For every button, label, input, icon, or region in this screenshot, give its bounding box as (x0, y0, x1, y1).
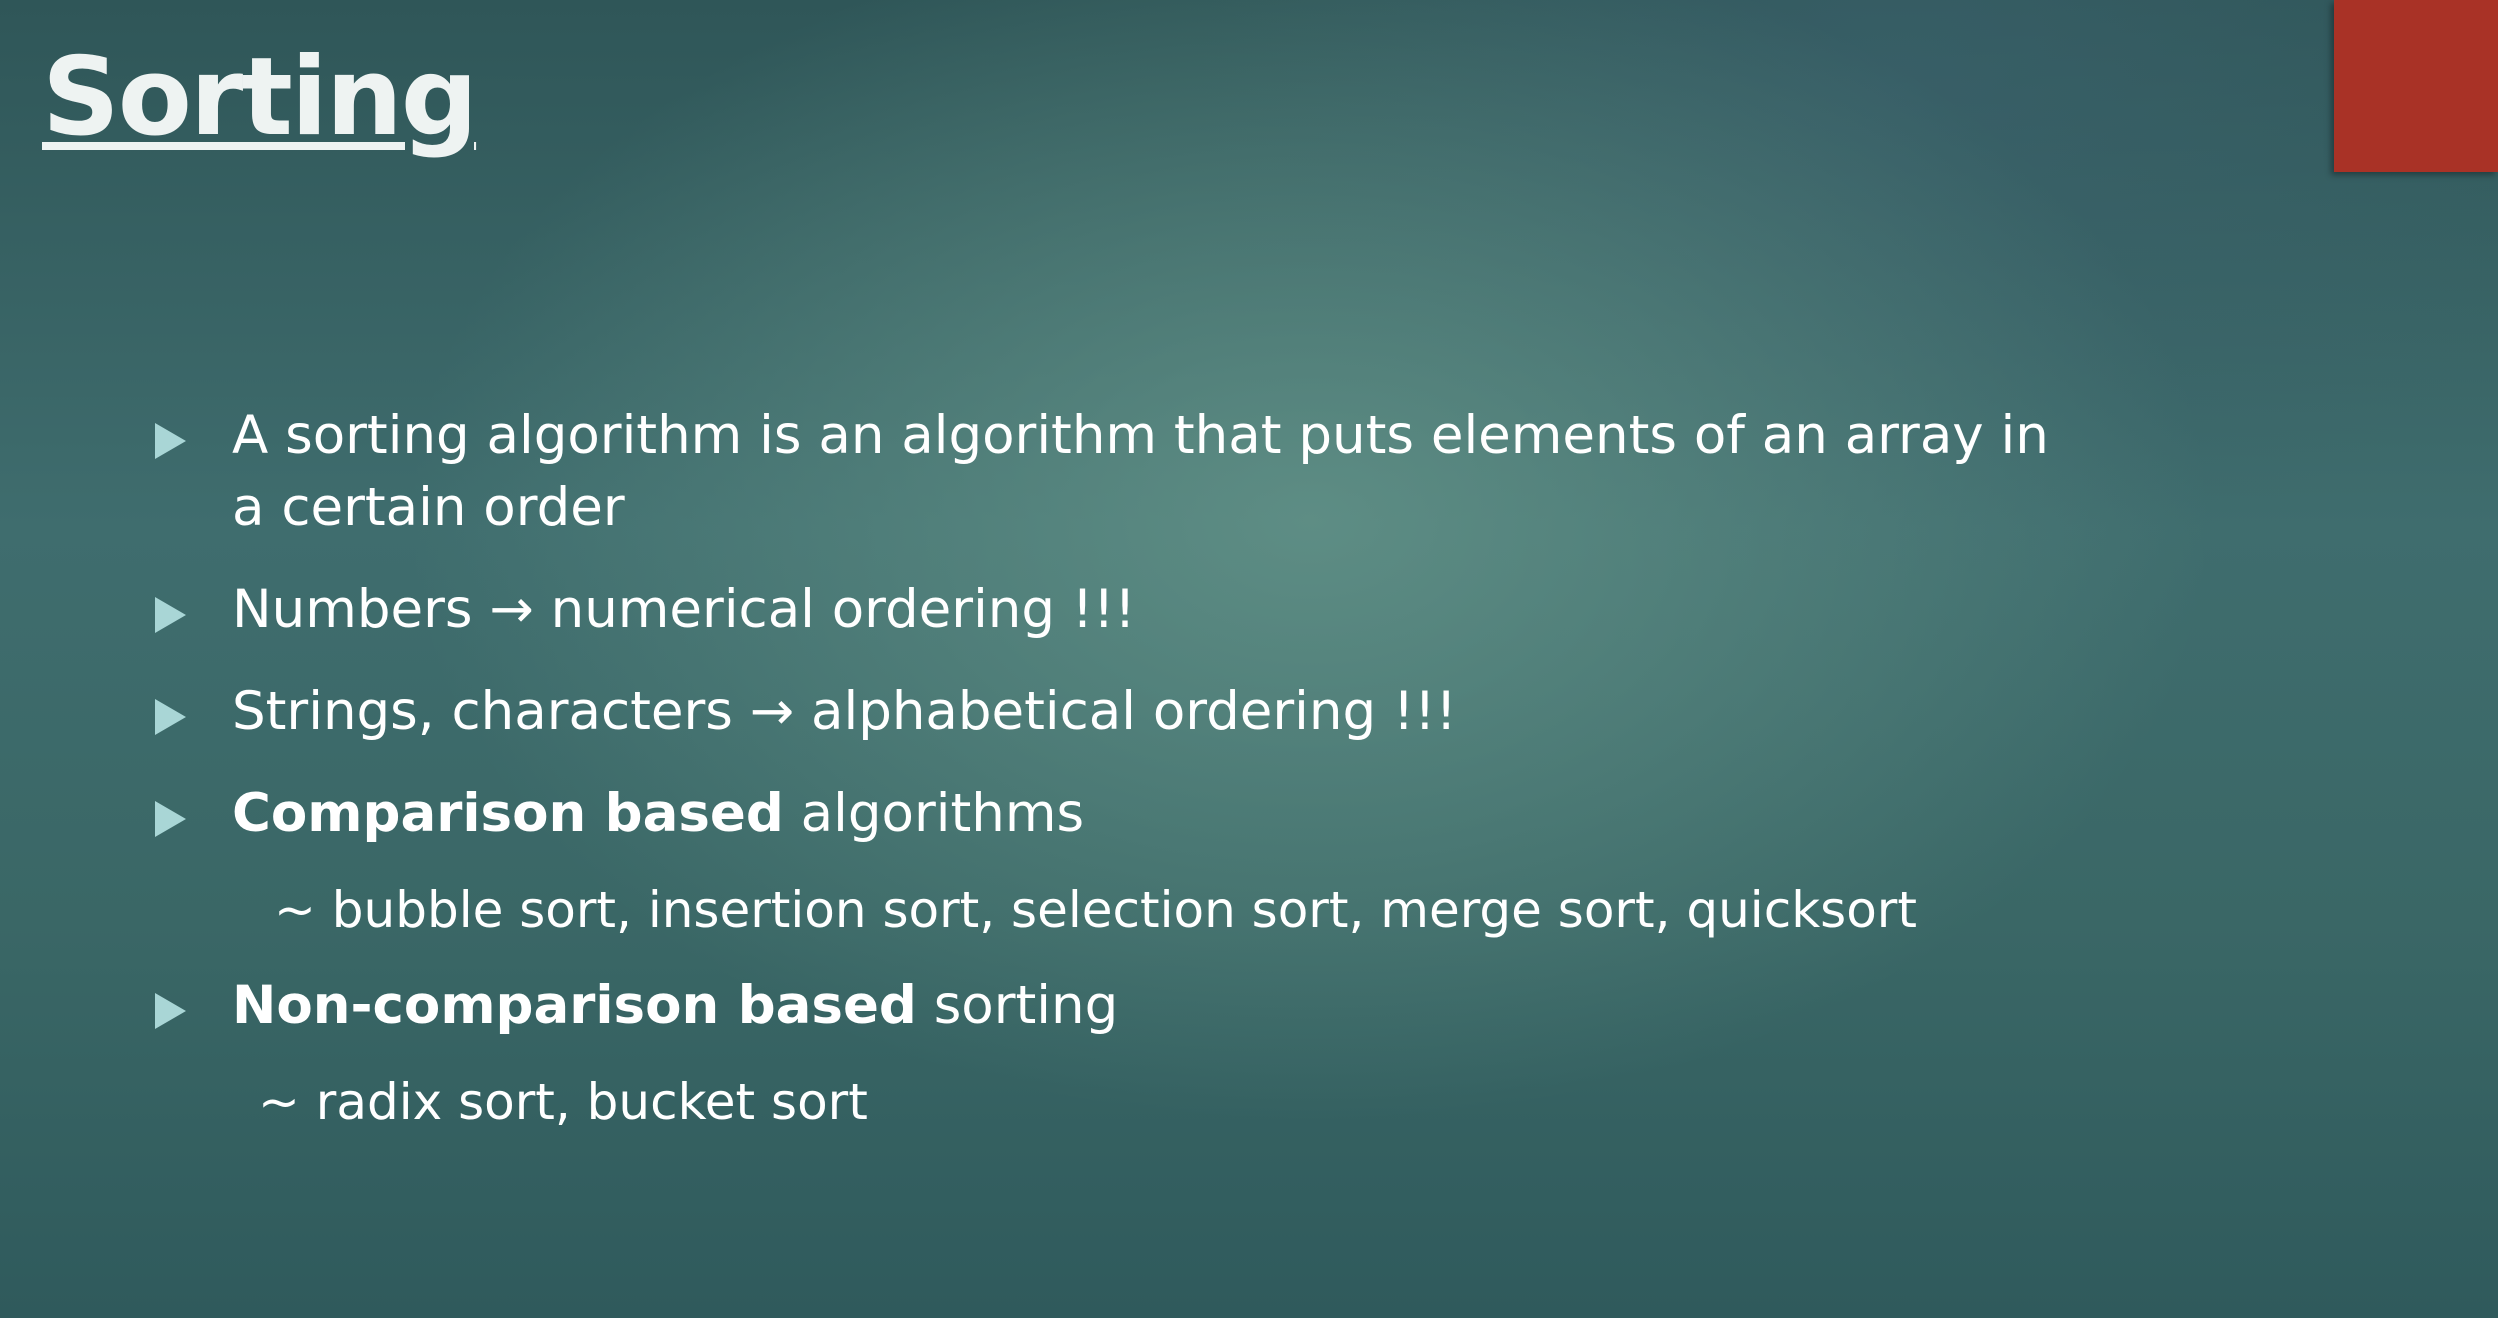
bullet-item: A sorting algorithm is an algorithm that… (152, 400, 2252, 544)
bullet-text-line: A sorting algorithm is an algorithm that… (232, 405, 2049, 466)
sub-item: ~ radix sort, bucket sort (258, 1073, 868, 1131)
bullet-item: Comparison based algorithms (152, 778, 2252, 850)
triangle-bullet-icon (155, 801, 186, 837)
slide-title: Sorting (42, 35, 478, 160)
triangle-bullet-icon (155, 597, 186, 633)
bullet-text: Numbers → numerical ordering !!! (232, 579, 1136, 640)
bullet-text: algorithms (783, 783, 1085, 844)
sub-item: ~ bubble sort, insertion sort, selection… (274, 881, 1917, 939)
bullet-text: Strings, characters → alphabetical order… (232, 681, 1457, 742)
bullet-item: Numbers → numerical ordering !!! (152, 574, 2252, 646)
bullet-text-bold: Comparison based (232, 783, 784, 844)
accent-block (2334, 0, 2498, 172)
bullet-text: sorting (916, 975, 1119, 1036)
slide: Sorting A sorting algorithm is an algori… (0, 0, 2498, 1318)
bullet-text-bold: Non-comparison based (232, 975, 917, 1036)
triangle-bullet-icon (155, 993, 186, 1029)
bullet-item: Non-comparison based sorting (152, 970, 2252, 1042)
bullet-text-line: a certain order (232, 477, 625, 538)
bullet-item: Strings, characters → alphabetical order… (152, 676, 2252, 748)
triangle-bullet-icon (155, 699, 186, 735)
bullet-list: A sorting algorithm is an algorithm that… (152, 400, 2252, 1137)
triangle-bullet-icon (155, 423, 186, 459)
